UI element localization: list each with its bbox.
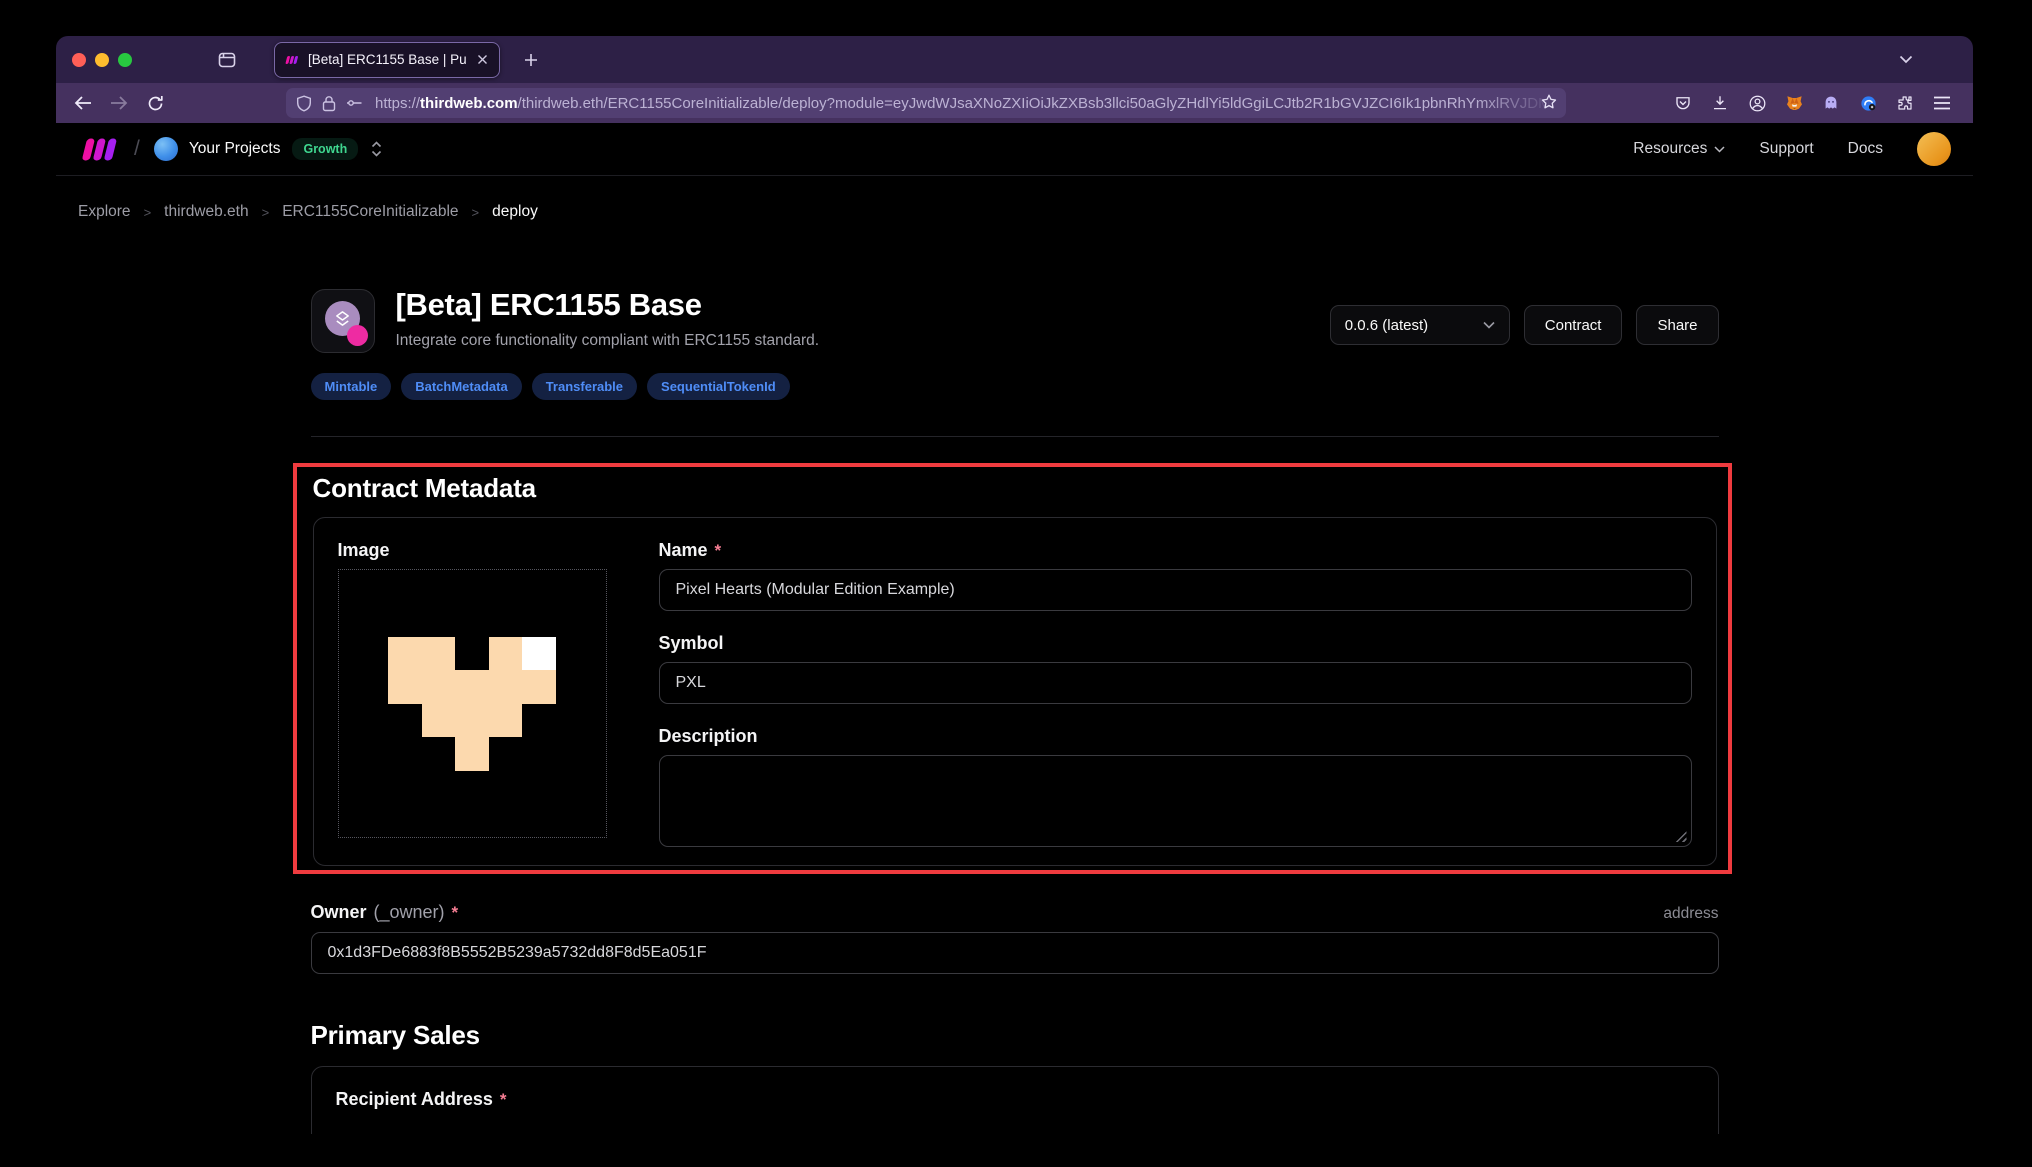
url-path: /thirdweb.eth/ERC1155CoreInitializable/d…	[517, 94, 1556, 112]
window-zoom-button[interactable]	[118, 52, 132, 67]
version-selected: 0.0.6 (latest)	[1344, 316, 1429, 334]
pocket-icon[interactable]	[1668, 88, 1698, 118]
toolbar-extensions	[1668, 88, 1957, 118]
page-content: / Your Projects Growth Resources Support…	[56, 123, 1973, 1134]
extension-badges: Mintable BatchMetadata Transferable Sequ…	[310, 373, 1719, 400]
browser-tab[interactable]: [Beta] ERC1155 Base | Publishe	[274, 41, 500, 78]
resources-chevron-icon	[1714, 145, 1725, 153]
tracking-shield-icon[interactable]	[296, 94, 312, 112]
phantom-icon[interactable]	[1816, 88, 1846, 118]
badge-mintable[interactable]: Mintable	[310, 373, 392, 400]
window-close-button[interactable]	[72, 52, 86, 67]
description-textarea[interactable]	[658, 755, 1692, 847]
badge-sequentialtokenid[interactable]: SequentialTokenId	[647, 373, 790, 400]
breadcrumb-separator: >	[261, 204, 270, 220]
nav-docs[interactable]: Docs	[1848, 140, 1883, 158]
breadcrumb-contract[interactable]: ERC1155CoreInitializable	[282, 203, 458, 221]
tab-close-icon[interactable]	[474, 52, 490, 68]
contract-icon	[310, 289, 375, 353]
contract-metadata-section: Contract Metadata Image Name * Pixel Hea…	[292, 463, 1732, 874]
symbol-input[interactable]	[658, 662, 1692, 704]
menu-icon[interactable]	[1927, 88, 1957, 118]
firefox-view-icon[interactable]	[212, 45, 242, 75]
permissions-icon[interactable]	[346, 97, 363, 109]
metamask-icon[interactable]	[1779, 88, 1809, 118]
url-scheme: https://	[375, 94, 421, 112]
url-bar[interactable]: https://thirdweb.com/thirdweb.eth/ERC115…	[286, 88, 1566, 118]
breadcrumb-deploy: deploy	[492, 203, 538, 220]
owner-param: (_owner)	[373, 902, 445, 922]
bookmark-star-icon[interactable]	[1540, 93, 1558, 111]
nav-slash-divider: /	[134, 137, 140, 160]
primary-sales-panel: Recipient Address *	[310, 1066, 1719, 1134]
nav-resources-label: Resources	[1633, 140, 1708, 157]
image-label: Image	[337, 540, 390, 560]
project-switcher-chevrons-icon[interactable]	[370, 140, 383, 158]
traffic-lights	[72, 52, 132, 67]
privacy-extension-icon[interactable]	[1853, 88, 1883, 118]
nav-support[interactable]: Support	[1759, 140, 1813, 158]
tab-title: [Beta] ERC1155 Base | Publishe	[308, 52, 466, 67]
pixel-heart	[388, 636, 556, 771]
breadcrumb-explore[interactable]: Explore	[78, 203, 131, 221]
contract-header: [Beta] ERC1155 Base Integrate core funct…	[310, 287, 1719, 353]
version-chevron-icon	[1483, 321, 1495, 329]
back-icon[interactable]	[68, 88, 98, 118]
site-navbar: / Your Projects Growth Resources Support…	[56, 123, 1973, 176]
breadcrumb-separator: >	[143, 204, 152, 220]
owner-type-hint: address	[1663, 905, 1719, 922]
window-minimize-button[interactable]	[95, 52, 109, 67]
contract-metadata-panel: Image Name * Pixel Hearts (Modular Editi…	[312, 517, 1717, 866]
forward-icon[interactable]	[104, 88, 134, 118]
page-description: Integrate core functionality compliant w…	[395, 332, 820, 349]
name-input[interactable]	[658, 569, 1692, 611]
owner-field: Owner (_owner) * address	[310, 902, 1719, 974]
project-avatar	[153, 137, 178, 161]
tab-bar: [Beta] ERC1155 Base | Publishe	[56, 36, 1973, 83]
contract-button[interactable]: Contract	[1523, 305, 1623, 345]
owner-required-mark: *	[451, 903, 459, 922]
breadcrumb: Explore > thirdweb.eth > ERC1155CoreInit…	[56, 176, 1973, 221]
project-switcher-label[interactable]: Your Projects	[189, 140, 281, 158]
version-select[interactable]: 0.0.6 (latest)	[1329, 305, 1510, 345]
url-text: https://thirdweb.com/thirdweb.eth/ERC115…	[375, 95, 1556, 112]
primary-sales-heading: Primary Sales	[310, 1020, 481, 1050]
downloads-icon[interactable]	[1705, 88, 1735, 118]
share-button[interactable]: Share	[1636, 305, 1719, 345]
name-required-mark: *	[714, 541, 722, 560]
url-domain: thirdweb.com	[420, 94, 518, 112]
owner-label: Owner	[310, 902, 367, 922]
description-label: Description	[658, 726, 758, 746]
badge-transferable[interactable]: Transferable	[531, 373, 638, 400]
extensions-puzzle-icon[interactable]	[1890, 88, 1920, 118]
image-dropzone[interactable]	[337, 569, 607, 838]
account-icon[interactable]	[1742, 88, 1772, 118]
list-tabs-chevron-icon[interactable]	[1891, 44, 1921, 74]
recipient-address-label: Recipient Address	[335, 1089, 493, 1109]
nav-resources[interactable]: Resources	[1633, 140, 1725, 158]
page-title: [Beta] ERC1155 Base	[395, 287, 702, 322]
navigation-toolbar: https://thirdweb.com/thirdweb.eth/ERC115…	[56, 83, 1973, 123]
new-tab-button[interactable]	[516, 45, 546, 75]
thirdweb-logo-icon[interactable]	[78, 136, 122, 163]
plan-badge: Growth	[292, 138, 359, 160]
contract-metadata-heading: Contract Metadata	[312, 473, 537, 503]
breadcrumb-publisher[interactable]: thirdweb.eth	[164, 203, 248, 221]
name-label: Name	[658, 540, 708, 560]
symbol-label: Symbol	[658, 633, 724, 653]
contract-icon-dot	[346, 325, 368, 346]
section-divider	[310, 436, 1719, 437]
tab-favicon-thirdweb-logo-icon	[285, 55, 298, 64]
user-avatar[interactable]	[1917, 132, 1951, 166]
browser-window: [Beta] ERC1155 Base | Publishe	[56, 36, 1973, 1134]
reload-icon[interactable]	[140, 88, 170, 118]
breadcrumb-separator: >	[471, 204, 480, 220]
recipient-required-mark: *	[499, 1090, 507, 1109]
owner-input[interactable]	[310, 932, 1719, 974]
lock-icon[interactable]	[322, 95, 336, 112]
badge-batchmetadata[interactable]: BatchMetadata	[401, 373, 522, 400]
